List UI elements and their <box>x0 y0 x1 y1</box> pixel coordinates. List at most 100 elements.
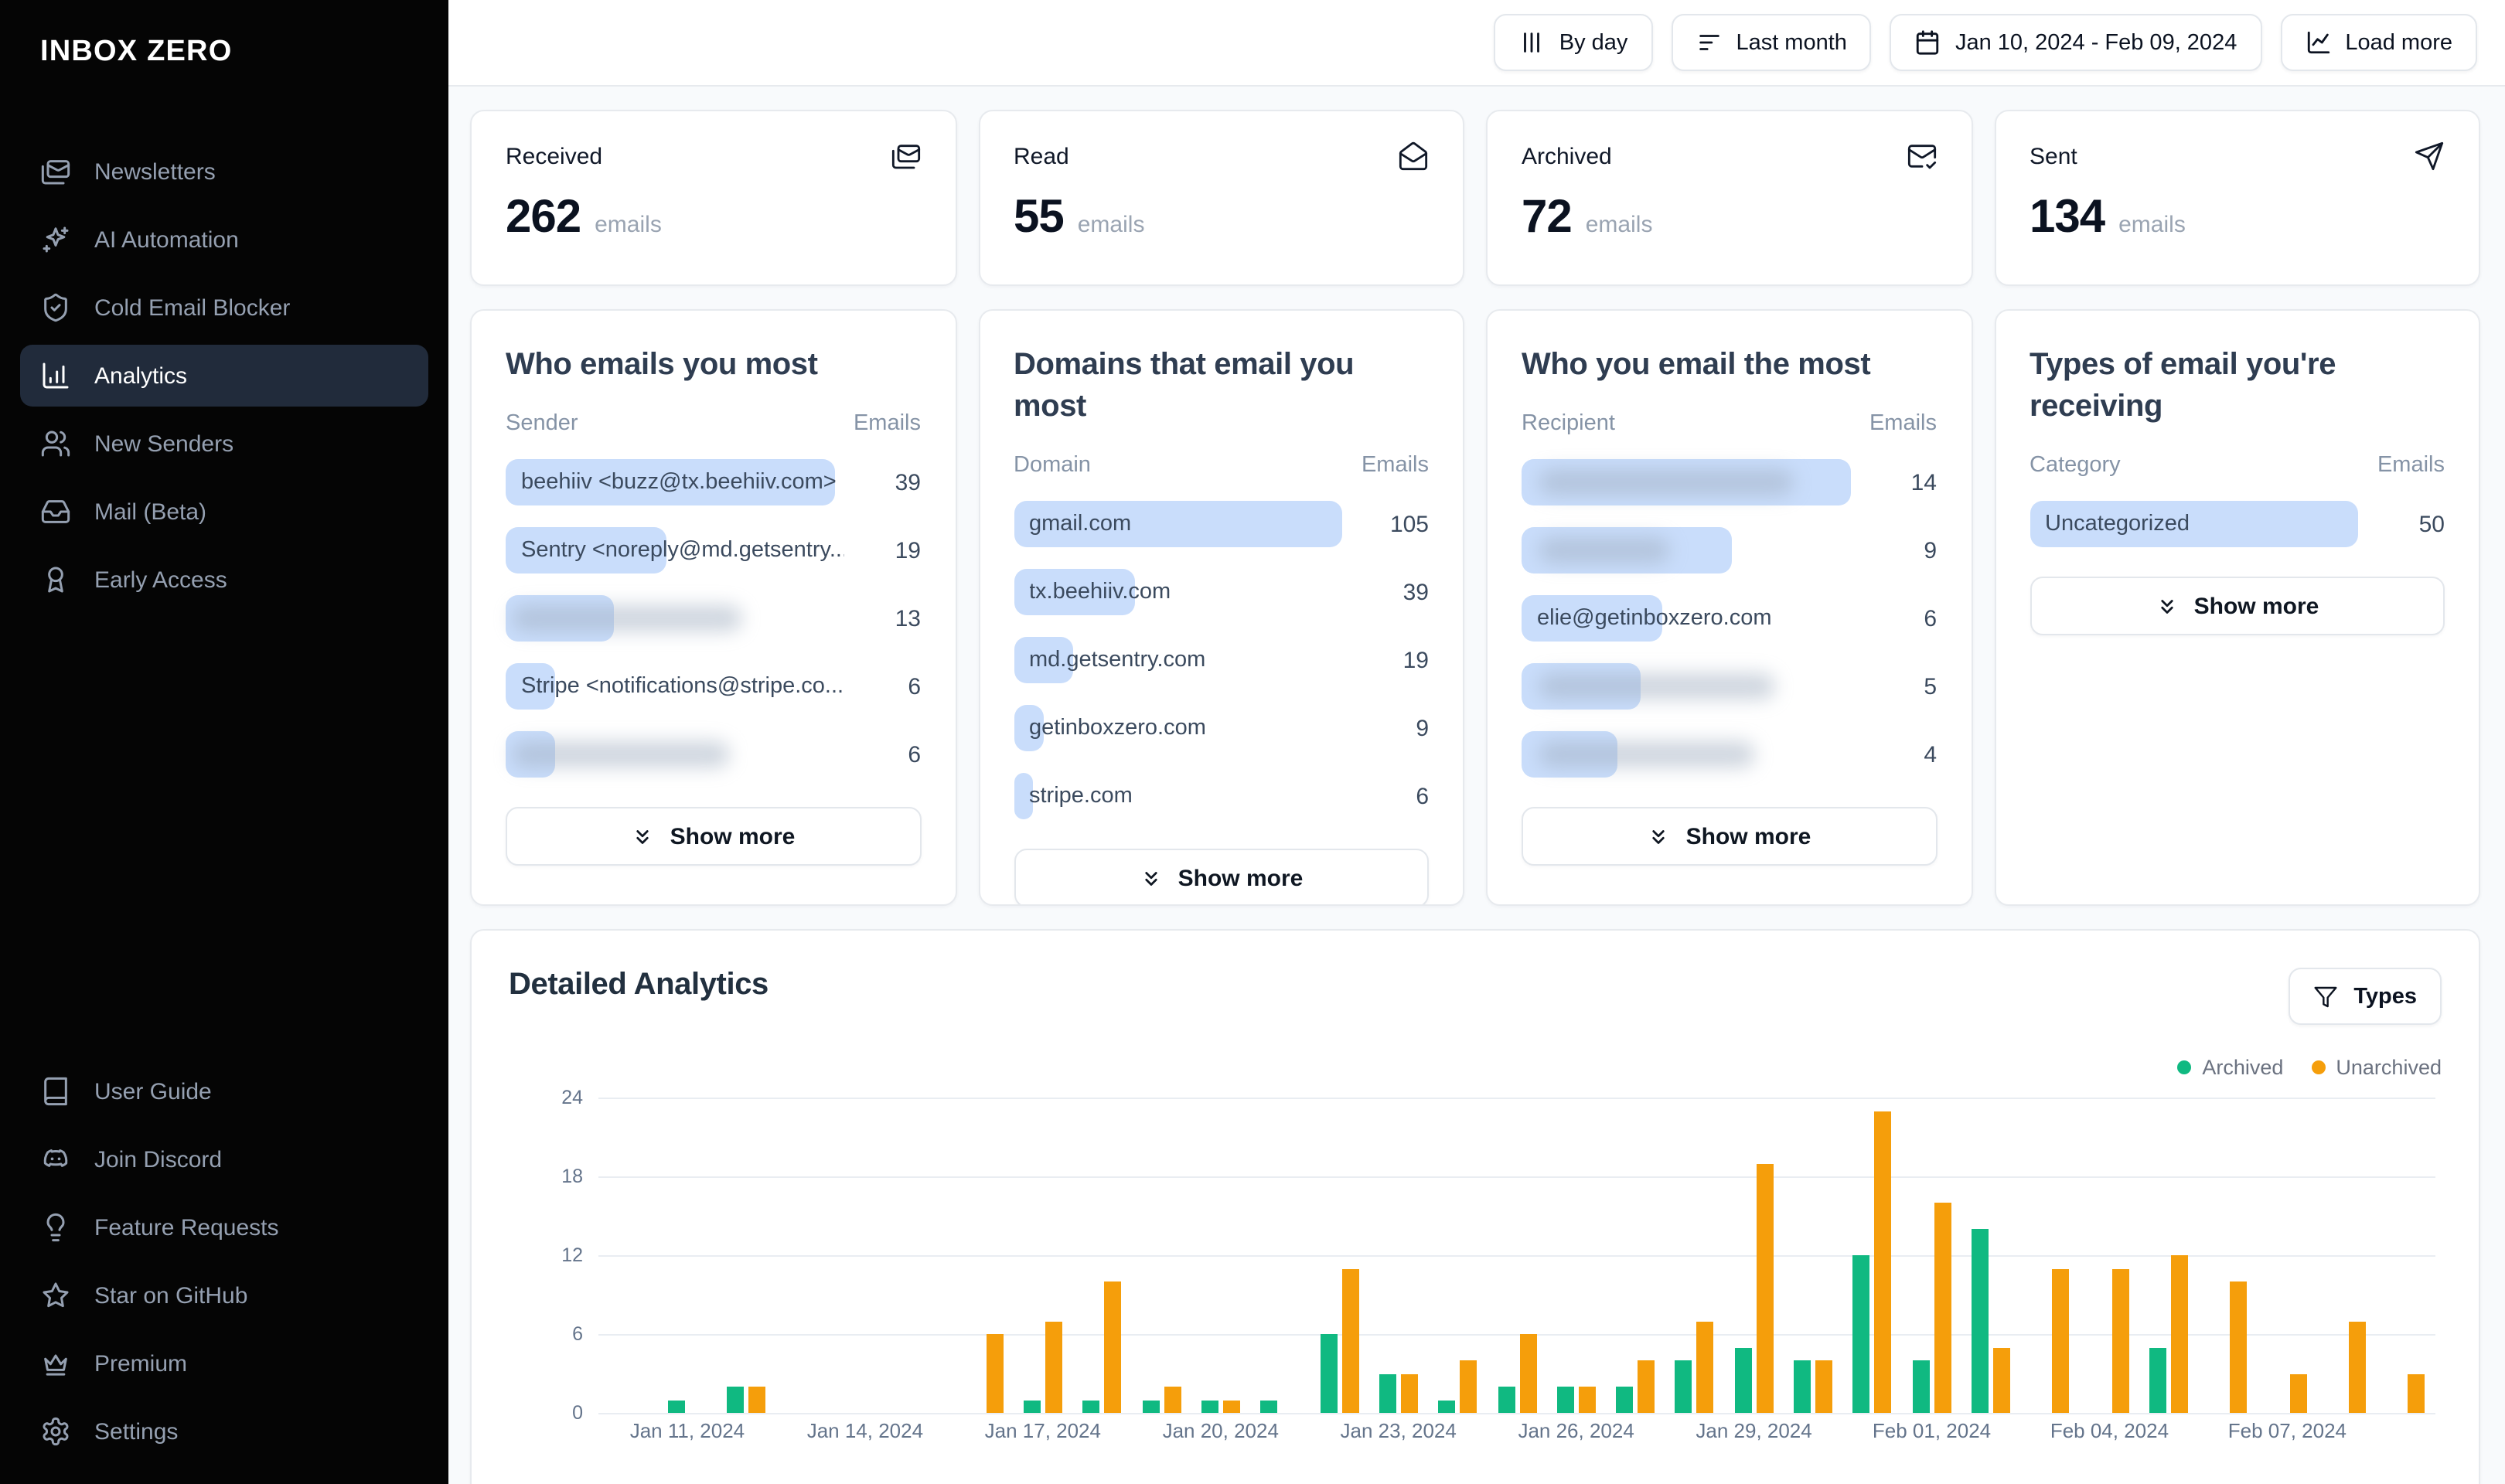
sidebar-item-settings[interactable]: Settings <box>20 1401 428 1462</box>
legend-item-unarchived: Unarchived <box>2311 1056 2442 1079</box>
bar-archived-jan-19-2024 <box>1142 1400 1160 1413</box>
row-count: 14 <box>1910 469 1937 495</box>
filter-icon <box>2313 983 2340 1009</box>
stat-unit: emails <box>595 212 662 238</box>
bar-archived-jan-12-2024 <box>727 1387 745 1413</box>
blurred-text-placeholder <box>1538 469 1794 495</box>
bar-unarchived-feb-09-2024 <box>2408 1373 2425 1413</box>
bar-unarchived-jan-20-2024 <box>1222 1400 1240 1413</box>
row-count: 9 <box>1924 537 1937 563</box>
row-bar-area: gmail.com <box>1014 490 1342 558</box>
sidebar-item-label: AI Automation <box>94 226 239 253</box>
stat-label: Read <box>1014 143 1069 169</box>
show-more-button[interactable]: Show more <box>2030 577 2445 635</box>
show-more-button[interactable]: Show more <box>506 807 921 866</box>
row-text: elie@getinboxzero.com <box>1537 606 1772 631</box>
row-text: stripe.com <box>1029 784 1133 808</box>
bar-archived-jan-21-2024 <box>1260 1400 1278 1413</box>
row-text: getinboxzero.com <box>1029 716 1206 740</box>
by-day-button[interactable]: By day <box>1494 14 1653 71</box>
row-bar-area <box>506 584 834 652</box>
bar-archived-jan-20-2024 <box>1201 1400 1218 1413</box>
filter-lines-icon <box>1696 29 1722 56</box>
table-row: 9 <box>1522 516 1937 584</box>
table-row: gmail.com 105 <box>1014 490 1429 558</box>
types-filter-button[interactable]: Types <box>2289 968 2442 1025</box>
stat-unit: emails <box>1077 212 1145 238</box>
x-axis-tick-label: Jan 17, 2024 <box>984 1419 1101 1442</box>
row-text: md.getsentry.com <box>1029 648 1206 672</box>
sidebar-item-label: Star on GitHub <box>94 1282 248 1309</box>
sidebar-item-new-senders[interactable]: New Senders <box>20 413 428 475</box>
stat-card-sent: Sent 134 emails <box>1994 110 2480 286</box>
send-icon <box>2414 141 2445 172</box>
jan-10-2024-feb-09-2024-button[interactable]: Jan 10, 2024 - Feb 09, 2024 <box>1890 14 2262 71</box>
sidebar-item-user-guide[interactable]: User Guide <box>20 1060 428 1122</box>
legend-label: Archived <box>2202 1056 2284 1079</box>
topbar: By day Last month Jan 10, 2024 - Feb 09, 2… <box>448 0 2505 87</box>
app: INBOX ZERO Newsletters AI Automation Cold … <box>0 0 2505 1484</box>
table-row: 14 <box>1522 448 1937 516</box>
main-area: By day Last month Jan 10, 2024 - Feb 09, 2… <box>448 0 2505 1484</box>
sidebar-item-premium[interactable]: Premium <box>20 1333 428 1394</box>
sidebar-item-analytics[interactable]: Analytics <box>20 345 428 407</box>
stat-value: 55 <box>1014 192 1065 243</box>
y-axis-tick-label: 18 <box>561 1166 583 1187</box>
bar-unarchived-jan-18-2024 <box>1104 1281 1122 1413</box>
sidebar-nav: Newsletters AI Automation Cold Email Block… <box>0 141 448 1060</box>
show-more-button[interactable]: Show more <box>1522 807 1937 866</box>
sidebar-item-feature-requests[interactable]: Feature Requests <box>20 1196 428 1258</box>
bar-chart: 0 6 12 18 24 Jan 11, 2024 Jan 14, 2024 Jan 17, … <box>509 1085 2442 1462</box>
sidebar-item-ai-automation[interactable]: AI Automation <box>20 209 428 271</box>
blurred-text-placeholder <box>1538 673 1775 699</box>
sidebar-item-label: New Senders <box>94 431 234 457</box>
sidebar-item-join-discord[interactable]: Join Discord <box>20 1128 428 1190</box>
sidebar-item-newsletters[interactable]: Newsletters <box>20 141 428 203</box>
load-more-button[interactable]: Load more <box>2280 14 2477 71</box>
inbox-icon <box>40 496 71 527</box>
last-month-button[interactable]: Last month <box>1671 14 1872 71</box>
chart-legend: Archived Unarchived <box>509 1056 2442 1079</box>
calendar-icon <box>1915 29 1941 56</box>
sidebar: INBOX ZERO Newsletters AI Automation Cold … <box>0 0 448 1484</box>
bar-archived-jan-31-2024 <box>1852 1255 1870 1413</box>
column-header-right: Emails <box>1869 411 1937 436</box>
chart-column-icon <box>40 360 71 391</box>
stat-value: 134 <box>2030 192 2105 243</box>
mails-icon <box>40 156 71 187</box>
chevrons-down-icon <box>1140 866 1163 890</box>
bar-unarchived-jan-25-2024 <box>1519 1334 1536 1413</box>
column-headers: Recipient Emails <box>1522 411 1937 436</box>
bar-archived-jan-11-2024 <box>667 1400 685 1413</box>
bar-unarchived-jan-28-2024 <box>1696 1321 1714 1413</box>
sidebar-footer-nav: User Guide Join Discord Feature Requests St… <box>0 1060 448 1462</box>
row-bar-area: tx.beehiiv.com <box>1014 558 1342 626</box>
bar-archived-jan-17-2024 <box>1023 1400 1041 1413</box>
stat-label: Received <box>506 143 603 169</box>
x-axis-tick-label: Jan 11, 2024 <box>629 1419 745 1442</box>
sidebar-item-cold-email-blocker[interactable]: Cold Email Blocker <box>20 277 428 339</box>
column-headers: Domain Emails <box>1014 453 1429 478</box>
row-count: 6 <box>908 741 921 768</box>
show-more-button[interactable]: Show more <box>1014 849 1429 904</box>
sidebar-item-label: Newsletters <box>94 158 216 185</box>
legend-label: Unarchived <box>2336 1056 2442 1079</box>
x-axis-tick-label: Jan 26, 2024 <box>1518 1419 1634 1442</box>
mail-check-icon <box>1906 141 1937 172</box>
column-header-left: Recipient <box>1522 411 1615 436</box>
y-axis-tick-label: 0 <box>572 1402 583 1424</box>
bar-unarchived-jan-24-2024 <box>1460 1360 1477 1413</box>
panel-title: Domains that email you most <box>1014 348 1355 424</box>
table-row: Sentry <noreply@md.getsentry.... 19 <box>506 516 921 584</box>
bar-unarchived-feb-06-2024 <box>2230 1281 2248 1413</box>
sidebar-item-star-on-github[interactable]: Star on GitHub <box>20 1264 428 1326</box>
row-count: 9 <box>1416 715 1429 741</box>
legend-dot <box>2311 1060 2326 1074</box>
stat-label: Sent <box>2030 143 2077 169</box>
row-count: 4 <box>1924 741 1937 768</box>
blurred-text-placeholder <box>512 605 742 631</box>
blurred-text-placeholder <box>1538 741 1755 768</box>
sidebar-item-mail-beta[interactable]: Mail (Beta) <box>20 481 428 543</box>
chevrons-down-icon <box>1648 825 1671 848</box>
sidebar-item-early-access[interactable]: Early Access <box>20 549 428 611</box>
